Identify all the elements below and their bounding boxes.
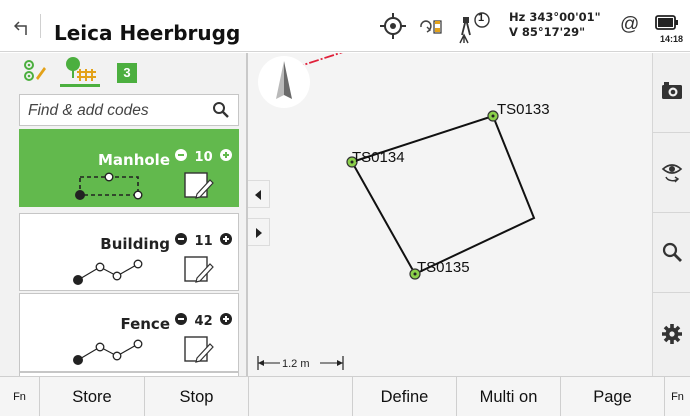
view-rotate-icon bbox=[661, 164, 683, 183]
function-key-bar: Fn Store Stop Define Multi on Page Fn bbox=[0, 376, 690, 416]
tab-badge: 3 bbox=[117, 63, 137, 83]
code-name: Manhole bbox=[97, 151, 170, 169]
search-icon[interactable] bbox=[212, 101, 230, 124]
angle-readout: Hz 343°00'01" V 85°17'29" bbox=[509, 10, 601, 40]
fn-key-right[interactable]: Fn bbox=[665, 377, 690, 416]
instrument-face-icon[interactable] bbox=[458, 9, 492, 50]
line-symbol-icon bbox=[68, 336, 148, 371]
stop-button[interactable]: Stop bbox=[145, 377, 249, 416]
screen: Leica Heerbrugg 1 Hz 343°00'01" V 85°17'… bbox=[0, 0, 690, 416]
at-symbol[interactable]: @ bbox=[620, 14, 639, 36]
decrement-icon[interactable] bbox=[175, 233, 192, 249]
zoom-icon bbox=[662, 242, 682, 262]
code-attributes-icon[interactable] bbox=[183, 334, 215, 369]
code-count-control: 42 bbox=[175, 313, 233, 329]
prism-count: 1 bbox=[478, 12, 485, 24]
multi-on-button[interactable]: Multi on bbox=[457, 377, 561, 416]
map-view[interactable]: TS0133 TS0134 TS0135 1.2 m bbox=[248, 53, 652, 376]
camera-icon bbox=[662, 82, 682, 99]
increment-icon[interactable] bbox=[216, 313, 233, 329]
hz-angle: Hz 343°00'01" bbox=[509, 10, 601, 24]
title-separator bbox=[40, 14, 41, 38]
right-toolbar bbox=[652, 53, 690, 376]
map-canvas bbox=[257, 53, 536, 370]
north-arrow-icon bbox=[258, 56, 310, 108]
point-label-ts0135: TS0135 bbox=[417, 259, 470, 276]
code-name: Building bbox=[100, 235, 170, 253]
code-count: 10 bbox=[194, 150, 213, 165]
point-label-ts0133: TS0133 bbox=[497, 101, 550, 118]
code-count-control: 11 bbox=[175, 233, 233, 249]
page-title: Leica Heerbrugg bbox=[54, 21, 241, 45]
decrement-icon[interactable] bbox=[175, 149, 192, 165]
camera-button[interactable] bbox=[653, 53, 690, 133]
code-count-control: 10 bbox=[175, 149, 233, 165]
rotate-instrument-icon[interactable] bbox=[418, 16, 444, 41]
v-angle: V 85°17'29" bbox=[509, 25, 586, 39]
code-search-field[interactable]: Find & add codes bbox=[19, 94, 239, 126]
pan-left-button[interactable] bbox=[248, 180, 270, 208]
increment-icon[interactable] bbox=[216, 149, 233, 165]
decrement-icon[interactable] bbox=[175, 313, 192, 329]
view-rotate-button[interactable] bbox=[653, 133, 690, 213]
code-card-manhole[interactable]: Manhole 10 bbox=[19, 129, 239, 207]
increment-icon[interactable] bbox=[216, 233, 233, 249]
active-tab-indicator bbox=[60, 84, 100, 87]
codes-panel: 3 Find & add codes Manhole 10 Building 1… bbox=[0, 53, 246, 376]
page-button[interactable]: Page bbox=[561, 377, 665, 416]
pan-right-button[interactable] bbox=[248, 218, 270, 246]
fn-key-left[interactable]: Fn bbox=[0, 377, 40, 416]
define-button[interactable]: Define bbox=[353, 377, 457, 416]
zoom-button[interactable] bbox=[653, 213, 690, 293]
codes-tabs: 3 bbox=[0, 53, 246, 89]
point-codes-icon[interactable] bbox=[22, 58, 48, 89]
caret-right-icon bbox=[256, 228, 262, 238]
point-label-ts0134: TS0134 bbox=[352, 149, 405, 166]
code-attributes-icon[interactable] bbox=[183, 170, 215, 205]
settings-button[interactable] bbox=[653, 293, 690, 376]
line-symbol-icon bbox=[68, 256, 148, 291]
code-attributes-icon[interactable] bbox=[183, 254, 215, 289]
code-card-fence[interactable]: Fence 42 bbox=[19, 293, 239, 372]
code-name: Fence bbox=[120, 315, 170, 333]
settings-icon bbox=[662, 324, 682, 344]
clock: 14:18 bbox=[660, 34, 684, 44]
empty-function-key[interactable] bbox=[249, 377, 353, 416]
back-arrow-icon[interactable] bbox=[13, 20, 28, 41]
manhole-symbol-icon bbox=[68, 172, 148, 207]
code-card-building[interactable]: Building 11 bbox=[19, 213, 239, 291]
code-count: 42 bbox=[194, 314, 213, 329]
search-placeholder: Find & add codes bbox=[28, 102, 149, 119]
title-bar: Leica Heerbrugg 1 Hz 343°00'01" V 85°17'… bbox=[0, 0, 690, 52]
code-count: 11 bbox=[194, 234, 213, 249]
scale-label: 1.2 m bbox=[282, 358, 310, 370]
target-icon[interactable] bbox=[379, 12, 407, 45]
caret-left-icon bbox=[255, 190, 261, 200]
store-button[interactable]: Store bbox=[40, 377, 145, 416]
